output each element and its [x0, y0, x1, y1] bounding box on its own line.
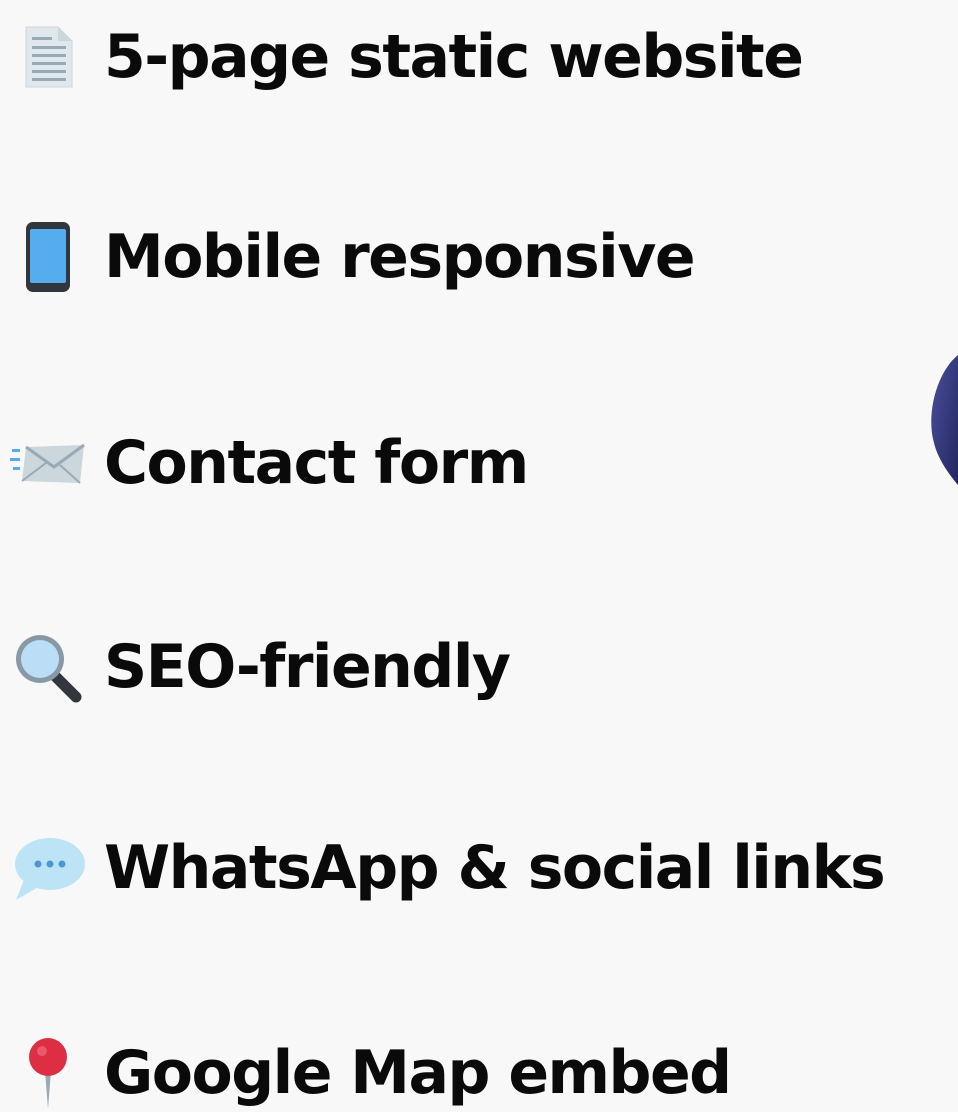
feature-label: Google Map embed	[104, 1038, 732, 1108]
incoming-envelope-icon	[8, 423, 88, 503]
feature-item-contact-form: Contact form	[8, 413, 529, 513]
speech-bubble-icon	[8, 828, 88, 908]
mobile-phone-icon	[8, 217, 88, 297]
edge-decoration	[928, 355, 958, 485]
page-document-icon	[8, 17, 88, 97]
round-pushpin-icon	[8, 1033, 88, 1112]
feature-label: 5-page static website	[104, 22, 804, 92]
feature-item-static-website: 5-page static website	[8, 7, 804, 107]
feature-label: Contact form	[104, 428, 529, 498]
feature-list: 5-page static website Mobile responsive …	[0, 0, 958, 1112]
feature-label: SEO-friendly	[104, 632, 511, 702]
feature-label: Mobile responsive	[104, 222, 696, 292]
magnifying-glass-icon	[8, 627, 88, 707]
feature-label: WhatsApp & social links	[104, 833, 886, 903]
feature-item-mobile-responsive: Mobile responsive	[8, 207, 696, 307]
feature-item-seo-friendly: SEO-friendly	[8, 617, 511, 717]
feature-item-whatsapp-social: WhatsApp & social links	[8, 818, 886, 918]
feature-item-google-map: Google Map embed	[8, 1023, 732, 1112]
